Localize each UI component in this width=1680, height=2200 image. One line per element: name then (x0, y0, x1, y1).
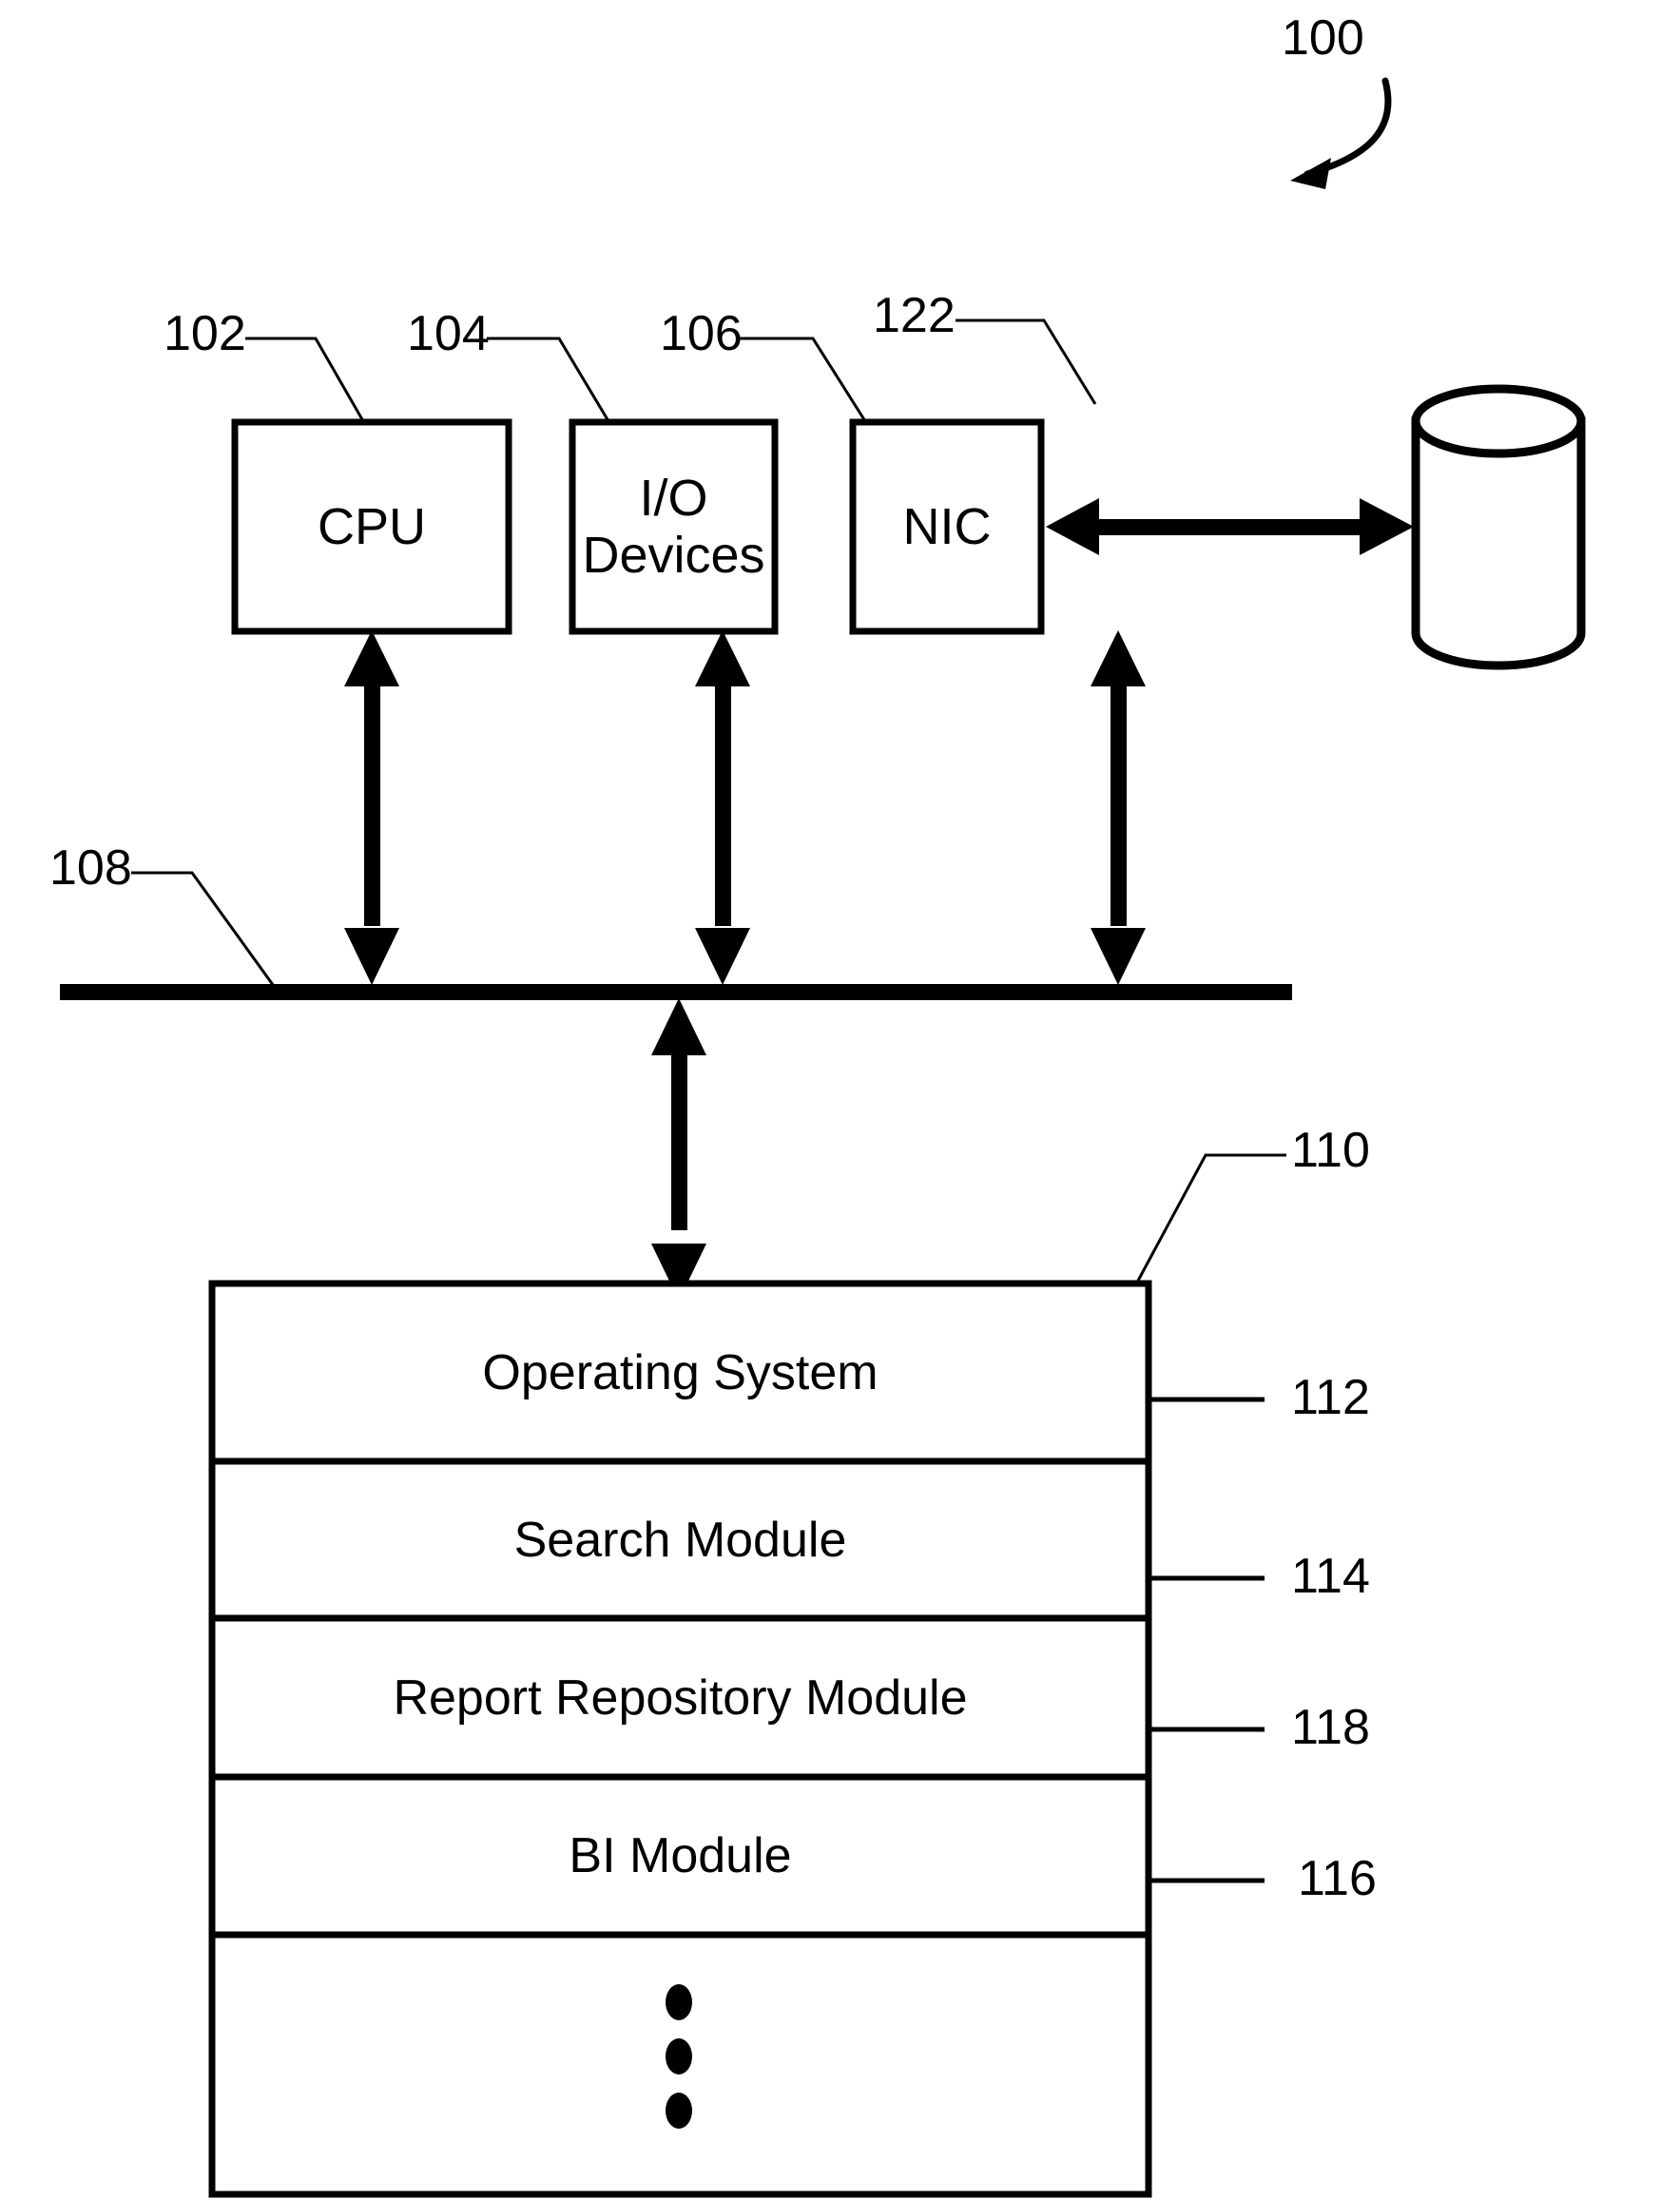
cpu-bus-arrow (344, 630, 399, 985)
bus-memory-arrow (651, 998, 706, 1301)
memory-row-label-report-repository-module: Report Repository Module (393, 1669, 968, 1726)
leader-106 (740, 337, 867, 422)
io-devices-label-line2: Devices (582, 527, 765, 584)
nic-label: NIC (902, 497, 992, 555)
system-bus (60, 984, 1292, 1000)
leader-122 (956, 318, 1097, 405)
leader-102 (245, 337, 365, 422)
cpu-label: CPU (317, 497, 426, 555)
memory-row-label-bi-module: BI Module (569, 1828, 792, 1883)
figure-ref-arrow (1290, 77, 1392, 189)
io-bus-arrow (695, 630, 750, 985)
ref-num-114: 114 (1291, 1549, 1370, 1604)
memory-row-label-search-module: Search Module (513, 1512, 847, 1568)
leader-110 (1136, 1153, 1286, 1282)
io-devices-label-line1: I/O (639, 469, 708, 527)
ref-num-108: 108 (49, 840, 132, 896)
nic-storage-arrow (1046, 498, 1414, 555)
ref-num-118: 118 (1291, 1700, 1370, 1755)
io-devices-label: I/O Devices (572, 422, 775, 631)
ref-num-106: 106 (660, 306, 743, 361)
memory-row-label-operating-system: Operating System (482, 1344, 879, 1400)
patent-figure-page: 100 102 104 106 122 108 110 112 114 118 … (0, 0, 1680, 2200)
ref-num-102: 102 (164, 306, 246, 361)
ref-num-122: 122 (873, 288, 956, 343)
database-cylinder (1411, 384, 1586, 670)
leader-104 (487, 337, 610, 422)
nic-bus-arrow (1091, 630, 1146, 985)
vertical-ellipsis-icon (666, 1984, 692, 2129)
ref-num-100: 100 (1282, 10, 1364, 66)
ref-num-112: 112 (1291, 1370, 1370, 1425)
ref-num-104: 104 (407, 306, 490, 361)
ref-num-116: 116 (1298, 1851, 1377, 1906)
ref-num-110: 110 (1291, 1123, 1370, 1178)
leader-108 (131, 871, 278, 990)
